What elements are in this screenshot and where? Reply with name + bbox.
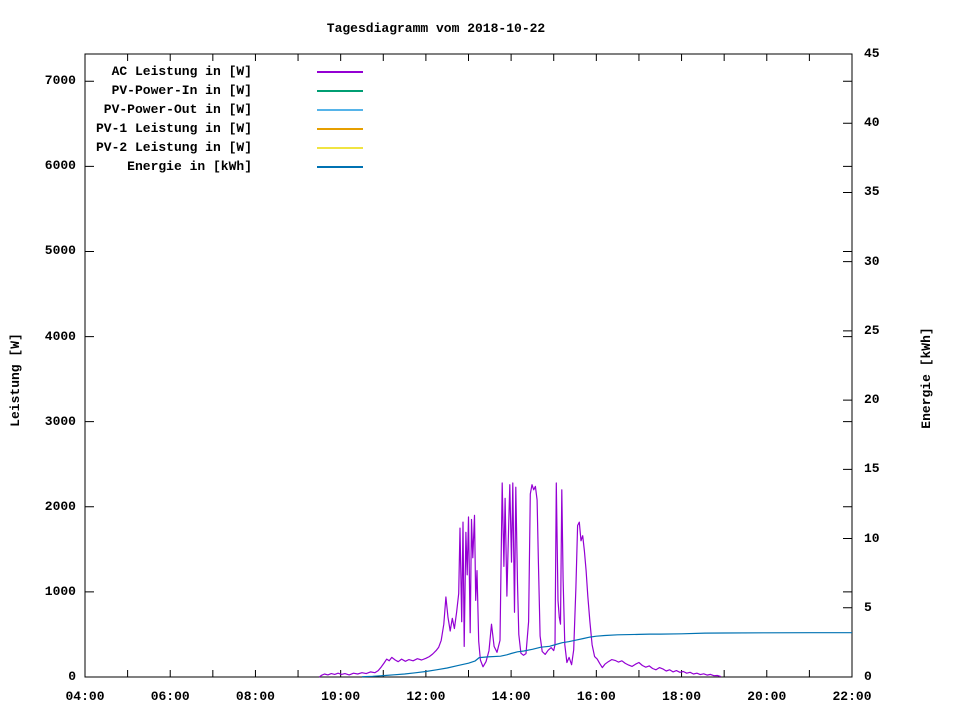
y-tick-label: 7000: [44, 73, 76, 89]
y2-tick-label: 45: [864, 46, 880, 61]
x-tick-label: 08:00: [235, 689, 275, 704]
legend-label: PV-2 Leistung in [W]: [95, 140, 252, 155]
legend-entry-pv-power-in: PV-Power-In in [W]: [95, 81, 363, 100]
legend-color-line: [317, 89, 363, 92]
x-tick-label: 20:00: [747, 689, 787, 704]
y2-tick-label: 40: [864, 115, 880, 131]
x-tick-label: 18:00: [662, 689, 702, 704]
y2-tick-label: 0: [864, 669, 872, 684]
x-tick-label: 06:00: [150, 689, 190, 704]
legend-label: PV-Power-Out in [W]: [103, 102, 252, 117]
y2-tick-label: 25: [864, 322, 880, 338]
legend-color-line: [317, 108, 363, 111]
y2-tick-label: 10: [864, 530, 880, 546]
legend-color-line: [317, 70, 363, 73]
legend: AC Leistung in [W] PV-Power-In in [W] PV-P…: [95, 62, 363, 176]
x-tick-label: 14:00: [491, 689, 531, 704]
legend-entry-pv-power-out: PV-Power-Out in [W]: [95, 100, 363, 119]
y-tick-label: 6000: [44, 158, 76, 174]
x-tick-label: 22:00: [832, 689, 872, 704]
legend-entry-energie: Energie in [kWh]: [95, 157, 363, 176]
legend-color-line: [317, 127, 363, 130]
y-tick-label: 3000: [44, 413, 76, 429]
x-tick-label: 16:00: [576, 689, 616, 704]
legend-entry-pv-2-leistung: PV-2 Leistung in [W]: [95, 138, 363, 157]
x-tick-label: 04:00: [65, 689, 105, 704]
y-tick-label: 0: [68, 669, 76, 684]
legend-label: AC Leistung in [W]: [111, 64, 252, 79]
legend-entry-ac-leistung: AC Leistung in [W]: [95, 62, 363, 81]
x-tick-label: 10:00: [321, 689, 361, 704]
series-ac-leistung-line: [319, 482, 721, 678]
y2-tick-label: 20: [864, 392, 880, 408]
y2-tick-label: 15: [864, 461, 880, 477]
series-energie-line: [361, 632, 852, 678]
y2-tick-label: 35: [864, 184, 880, 200]
y-tick-label: 4000: [44, 328, 76, 344]
x-tick-label: 12:00: [406, 689, 446, 704]
legend-color-line: [317, 165, 363, 168]
legend-label: Energie in [kWh]: [127, 159, 252, 174]
chart-canvas: Tagesdiagramm vom 2018-10-22 Leistung [W…: [0, 0, 960, 720]
legend-color-line: [317, 146, 363, 149]
y-tick-label: 2000: [44, 498, 76, 514]
y-tick-label: 1000: [44, 583, 76, 599]
y2-tick-label: 30: [864, 253, 880, 269]
legend-label: PV-Power-In in [W]: [111, 83, 252, 98]
y-tick-label: 5000: [44, 243, 76, 259]
y2-tick-label: 5: [864, 599, 872, 615]
legend-label: PV-1 Leistung in [W]: [95, 121, 252, 136]
legend-entry-pv-1-leistung: PV-1 Leistung in [W]: [95, 119, 363, 138]
